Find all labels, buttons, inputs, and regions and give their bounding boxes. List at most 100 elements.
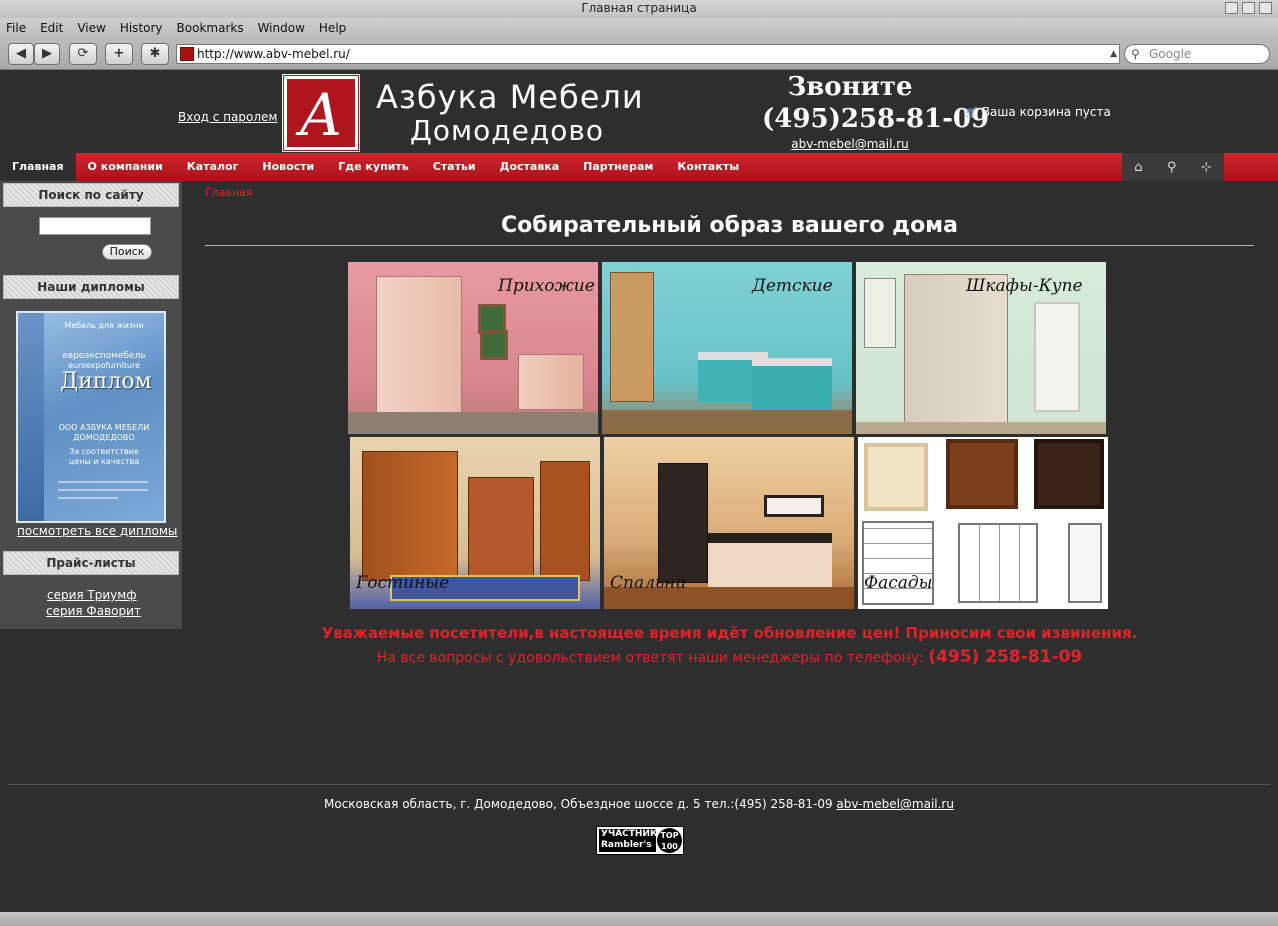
tile-label-bedrooms: Спальни [610, 573, 687, 593]
page-title: Собирательный образ вашего дома [500, 213, 959, 238]
nav-item-contacts[interactable]: Контакты [665, 153, 751, 181]
home-icon[interactable]: ⌂ [1134, 160, 1142, 175]
back-button[interactable]: ◀ [8, 43, 34, 65]
site-search-button[interactable]: Поиск [102, 244, 152, 260]
tile-wall-unit-shape [540, 461, 590, 581]
category-tile-hallways[interactable]: Прихожие [348, 262, 598, 434]
diploma-line [58, 489, 148, 491]
cart-status-text: Ваша корзина пуста [981, 105, 1111, 119]
diploma-top-text: Мебель для жизни [64, 321, 144, 330]
menu-view[interactable]: View [77, 18, 105, 38]
nav-item-articles[interactable]: Статьи [421, 153, 488, 181]
tile-label-wardrobes: Шкафы-Купе [966, 276, 1083, 296]
site-logo[interactable]: А [282, 74, 360, 152]
category-tile-kids[interactable]: Детские [602, 262, 852, 434]
browser-search-placeholder: Google [1149, 47, 1192, 61]
call-us-heading: Звоните [787, 72, 913, 102]
tile-label-hallways: Прихожие [498, 276, 595, 296]
restore-icon[interactable] [1242, 2, 1255, 14]
category-tile-bedrooms[interactable]: Спальни [604, 437, 854, 609]
nav-item-home[interactable]: Главная [0, 153, 76, 181]
rambler-label-top: УЧАСТНИК [601, 829, 658, 839]
rambler-badge-line1: TOP [660, 831, 679, 840]
address-bar[interactable]: http://www.abv-mebel.ru/ ▲ [176, 44, 1120, 64]
tile-scheme-shape [1068, 523, 1102, 603]
menu-window[interactable]: Window [258, 18, 305, 38]
category-tile-facades[interactable]: Фасады [858, 437, 1108, 609]
manager-contact-text: На все вопросы с удовольствием ответят н… [376, 650, 924, 666]
close-icon[interactable] [1259, 2, 1272, 14]
nav-item-partners[interactable]: Партнерам [571, 153, 665, 181]
price-link-favorit[interactable]: серия Фаворит [46, 604, 141, 618]
category-tile-living-rooms[interactable]: Гостиные [350, 437, 600, 609]
rambler-badge-line2: 100 [661, 842, 678, 851]
diplomas-panel-title: Наши дипломы [3, 275, 179, 299]
tile-wardrobe-shape [376, 276, 462, 416]
title-divider [205, 245, 1254, 246]
brand-name-line2: Домодедово [410, 114, 604, 147]
breadcrumb[interactable]: Главная [205, 186, 253, 199]
main-navigation: Главная О компании Каталог Новости Где к… [0, 153, 1278, 181]
manager-contact-phone: (495) 258-81-09 [928, 647, 1083, 667]
footer-divider [8, 784, 1270, 785]
search-panel-title: Поиск по сайту [3, 183, 179, 207]
rambler-counter-badge[interactable]: УЧАСТНИК Rambler's TOP 100 [596, 826, 684, 855]
tile-floor-shape [856, 422, 1106, 434]
diploma-company-text: ООО АЗБУКА МЕБЕЛИ ДОМОДЕДОВО [58, 423, 150, 442]
menu-help[interactable]: Help [319, 18, 346, 38]
minimize-icon[interactable] [1225, 2, 1238, 14]
footer-address-block: Московская область, г. Домодедово, Объез… [8, 797, 1270, 811]
tile-bed-shape [752, 358, 832, 410]
menu-history[interactable]: History [120, 18, 163, 38]
window-title: Главная страница [581, 1, 697, 15]
diploma-reason-text: За соответствие [69, 447, 139, 456]
search-icon[interactable]: ⚲ [1167, 160, 1177, 175]
tile-wardrobe-shape [904, 274, 1008, 424]
menu-bookmarks[interactable]: Bookmarks [177, 18, 244, 38]
menu-edit[interactable]: Edit [40, 18, 63, 38]
cart-status[interactable]: 🛒︎ Ваша корзина пуста [964, 105, 1111, 119]
price-link-triumph[interactable]: серия Триумф [47, 588, 137, 602]
header-email-link[interactable]: abv-mebel@mail.ru [762, 137, 938, 151]
category-tile-wardrobes[interactable]: Шкафы-Купе [856, 262, 1106, 434]
nav-item-news[interactable]: Новости [250, 153, 326, 181]
browser-statusbar [0, 912, 1278, 926]
price-lists-panel-title: Прайс-листы [3, 551, 179, 575]
magnifier-icon: ⚲ [1131, 47, 1140, 61]
tile-wall-unit-shape [468, 477, 534, 581]
nav-item-about[interactable]: О компании [76, 153, 175, 181]
tile-facade-shape [864, 443, 928, 511]
address-dropdown-icon[interactable]: ▲ [1110, 45, 1117, 63]
manager-contact-notice: На все вопросы с удовольствием ответят н… [205, 647, 1254, 667]
forward-button[interactable]: ▶ [34, 43, 60, 65]
header-phone: (495)258-81-09 [762, 104, 990, 134]
sitemap-icon[interactable]: ⊹ [1201, 160, 1212, 175]
diploma-image[interactable]: Мебель для жизни евроэкспомебель euroexp… [16, 311, 166, 523]
reload-button[interactable]: ⟳ [69, 43, 97, 65]
nav-item-where-to-buy[interactable]: Где купить [326, 153, 420, 181]
site-search-input[interactable] [39, 217, 151, 235]
diploma-line [58, 497, 118, 499]
footer-email-link[interactable]: abv-mebel@mail.ru [836, 797, 954, 811]
tile-wall-unit-shape [362, 451, 458, 581]
all-diplomas-link[interactable]: посмотреть все дипломы [17, 524, 177, 538]
tile-label-kids: Детские [752, 276, 833, 296]
rambler-label: УЧАСТНИК Rambler's [599, 829, 658, 852]
sidebar: Поиск по сайту Поиск Наши дипломы Мебель… [0, 181, 182, 629]
tile-picture-shape [480, 330, 508, 360]
login-link[interactable]: Вход с паролем [178, 110, 277, 124]
nav-item-delivery[interactable]: Доставка [488, 153, 572, 181]
bug-report-button[interactable]: ✱ [141, 43, 169, 65]
tile-picture-shape [764, 495, 824, 517]
tile-shelf-shape [610, 272, 654, 402]
diploma-band [18, 313, 44, 521]
menu-file[interactable]: File [6, 18, 26, 38]
nav-item-catalog[interactable]: Каталог [175, 153, 251, 181]
browser-search-field[interactable]: ⚲ Google [1124, 44, 1270, 64]
rambler-top100-icon: TOP 100 [657, 828, 682, 853]
browser-toolbar: ◀ ▶ ⟳ + ✱ http://www.abv-mebel.ru/ ▲ ⚲ G… [0, 38, 1278, 70]
tile-floor-shape [602, 410, 852, 434]
brand-name-line1: Азбука Мебели [376, 78, 644, 116]
add-bookmark-button[interactable]: + [105, 43, 133, 65]
tile-facade-shape [946, 439, 1018, 509]
